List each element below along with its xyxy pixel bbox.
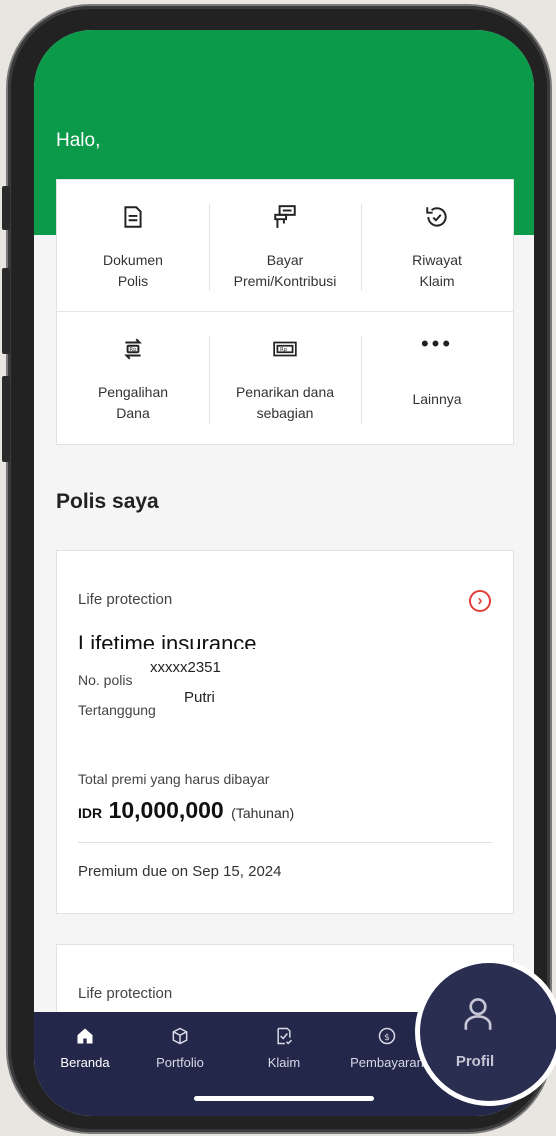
tab-label: Portfolio: [156, 1055, 204, 1070]
quick-action-claim-history[interactable]: Riwayat Klaim: [361, 180, 513, 311]
policy-number-value: xxxxx2351: [150, 659, 221, 676]
quick-action-label: Dokumen Polis: [103, 252, 163, 289]
policy-card[interactable]: Life protection › Lifetime insurance No.…: [56, 550, 514, 914]
divider: [78, 842, 492, 843]
quick-action-label: Penarikan dana sebagian: [235, 384, 335, 421]
policy-number-label: No. polis: [78, 672, 133, 688]
svg-text:Rp: Rp: [280, 347, 288, 353]
history-check-icon: [426, 207, 447, 227]
quick-action-more[interactable]: ••• Lainnya: [361, 312, 513, 444]
quick-action-label: Bayar Premi/Kontribusi: [233, 252, 337, 289]
premium-label: Total premi yang harus dibayar: [78, 771, 270, 787]
box-icon: [172, 1027, 188, 1045]
tab-portfolio[interactable]: Portfolio: [137, 1012, 223, 1070]
premium-due-date: Premium due on Sep 15, 2024: [78, 863, 282, 880]
profile-icon: [464, 998, 492, 1030]
premium-value: 10,000,000: [108, 797, 224, 823]
tab-label: Profil: [455, 1053, 495, 1070]
tab-label: Beranda: [60, 1055, 110, 1070]
insured-value: Putri: [184, 689, 215, 706]
claim-icon: [277, 1027, 293, 1045]
phone-side-button: [2, 186, 10, 230]
withdraw-icon: Rp: [273, 341, 297, 357]
home-icon: [77, 1028, 93, 1044]
app-screen: Halo, Dokumen Polis Bayar Premi/Kontribu…: [34, 30, 534, 1116]
quick-action-pay-premium[interactable]: Bayar Premi/Kontribusi: [209, 180, 361, 311]
greeting-text: Halo,: [56, 130, 101, 151]
insured-label: Tertanggung: [78, 702, 156, 718]
more-dots-icon: •••: [420, 331, 454, 356]
quick-action-policy-document[interactable]: Dokumen Polis: [57, 180, 209, 311]
policy-category: Life protection: [78, 985, 173, 1002]
premium-amount: IDR 10,000,000 (Tahunan): [78, 797, 294, 824]
home-indicator: [194, 1096, 374, 1101]
phone-volume-up-button: [2, 268, 10, 354]
premium-period: (Tahunan): [231, 805, 295, 821]
tab-label: Klaim: [267, 1055, 301, 1070]
phone-volume-down-button: [2, 376, 10, 462]
document-icon: [124, 206, 142, 228]
tab-beranda[interactable]: Beranda: [42, 1012, 128, 1070]
fund-switch-icon: Rp: [124, 338, 142, 360]
premium-currency: IDR: [78, 805, 103, 821]
quick-action-label: Riwayat Klaim: [412, 252, 462, 289]
policy-category: Life protection: [78, 591, 173, 608]
tab-klaim[interactable]: Klaim: [241, 1012, 327, 1070]
quick-actions-card: Dokumen Polis Bayar Premi/Kontribusi Riw…: [56, 179, 514, 445]
quick-action-label: Pengalihan Dana: [97, 384, 169, 421]
svg-text:Rp: Rp: [129, 347, 137, 353]
chevron-right-icon[interactable]: ›: [469, 590, 491, 612]
payment-form-icon: [274, 205, 296, 228]
policy-name: Lifetime insurance: [78, 631, 257, 649]
tab-profil[interactable]: Profil: [415, 958, 556, 1106]
section-title: Polis saya: [56, 490, 159, 513]
quick-action-fund-switch[interactable]: Rp Pengalihan Dana: [57, 312, 209, 444]
quick-action-label: Lainnya: [412, 391, 462, 407]
quick-action-partial-withdrawal[interactable]: Rp Penarikan dana sebagian: [209, 312, 361, 444]
payment-icon: $: [378, 1027, 396, 1045]
svg-text:$: $: [384, 1032, 390, 1043]
